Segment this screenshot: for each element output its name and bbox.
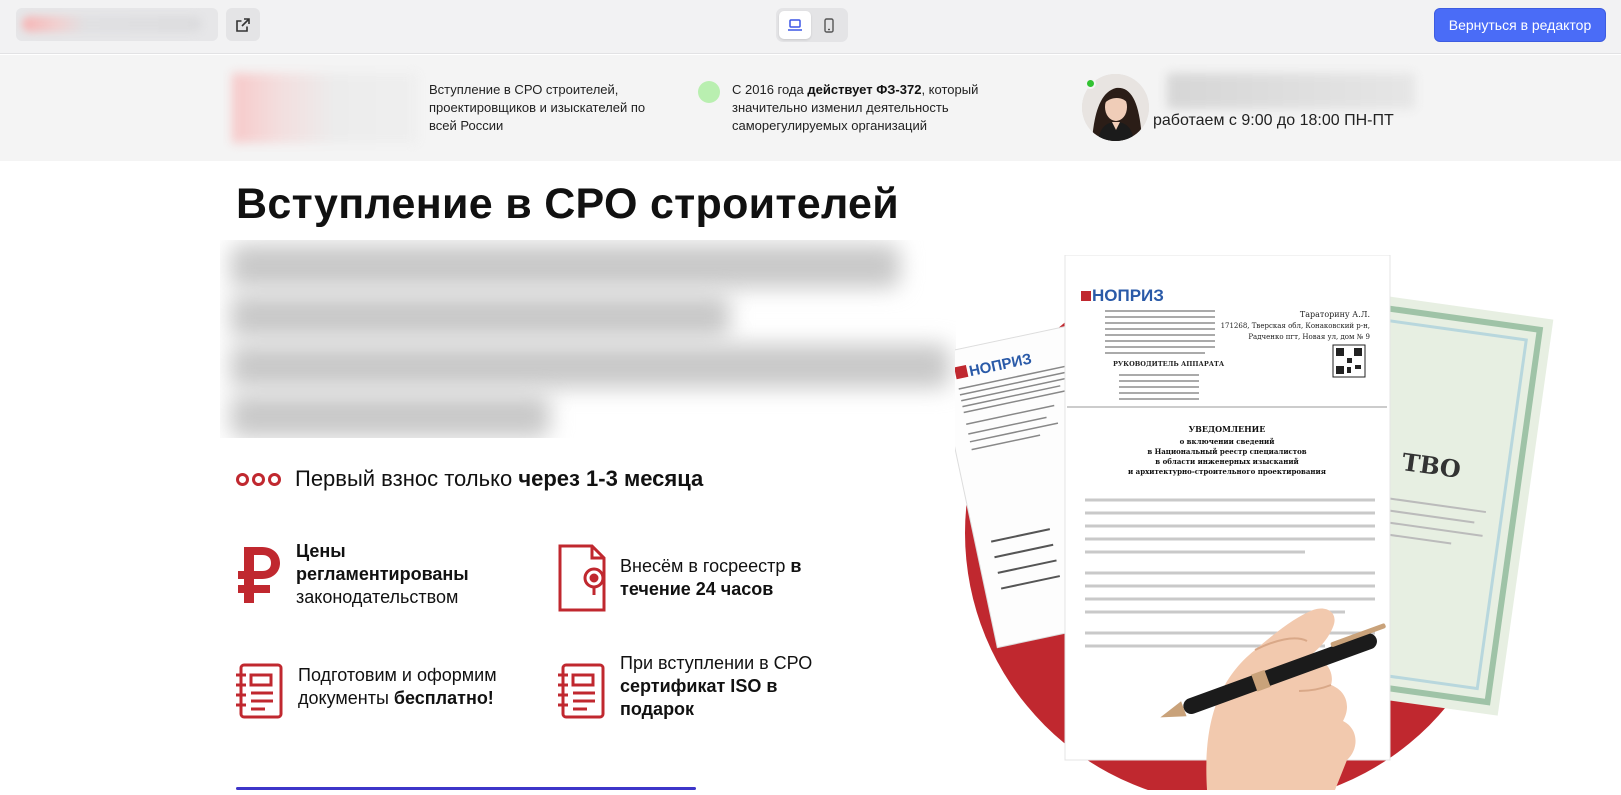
header-tagline: Вступление в СРО строителей, проектировщ…	[429, 82, 646, 133]
laptop-icon	[788, 19, 802, 31]
main-letter-logo: НОПРИЗ	[1092, 286, 1164, 305]
device-preview-toggle	[776, 8, 848, 42]
first-fee-note: Первый взнос только через 1-3 месяца	[236, 466, 703, 492]
documents-illustration: ТВО НОПРИЗ НОПРИЗ РУКОВОДИТЕЛЬ АППАРАТА …	[934, 254, 1575, 795]
feature-free-documents: Подготовим и оформим документы бесплатно…	[232, 656, 538, 726]
notebook-icon	[554, 656, 610, 726]
svg-text:в области инженерных изысканий: в области инженерных изысканий	[1155, 457, 1298, 466]
feature-registry: Внесём в госреестр в течение 24 часов	[554, 543, 850, 613]
hero-subtitle	[220, 240, 956, 438]
addressee: Тараторину А.Л.	[1300, 310, 1370, 319]
mobile-preview-button[interactable]	[813, 11, 845, 39]
notebook-icon	[232, 656, 288, 726]
desktop-preview-button[interactable]	[779, 11, 811, 39]
site-header: Вступление в СРО строителей, проектировщ…	[0, 55, 1621, 161]
qr-code	[1332, 344, 1366, 378]
feature-regulated-prices: Цены регламентированы законодательством	[232, 540, 496, 610]
hero-title: Вступление в СРО строителей	[236, 180, 899, 228]
external-link-icon	[236, 17, 250, 32]
svg-text:и архитектурно-строительного п: и архитектурно-строительного проектирова…	[1128, 467, 1326, 476]
page-url-field[interactable]	[16, 8, 218, 41]
online-status-dot	[1085, 78, 1096, 89]
site-logo[interactable]	[232, 73, 418, 143]
open-in-new-tab-button[interactable]	[226, 8, 260, 41]
smartphone-icon	[824, 17, 834, 33]
work-hours: работаем с 9:00 до 18:00 ПН-ПТ	[1153, 112, 1394, 129]
ruble-icon	[232, 540, 288, 610]
address-line-2: Радченко пгт, Новая ул, дом № 9	[1248, 333, 1370, 341]
address-line-1: 171268, Тверская обл, Конаковский р-н,	[1221, 322, 1370, 330]
notice-title: УВЕДОМЛЕНИЕ	[1189, 424, 1266, 434]
law-indicator-dot	[698, 81, 720, 103]
return-to-editor-button[interactable]: Вернуться в редактор	[1434, 8, 1606, 42]
document-seal-icon	[554, 543, 610, 613]
svg-text:в Национальный реестр специали: в Национальный реестр специалистов	[1147, 447, 1306, 456]
signer-title: РУКОВОДИТЕЛЬ АППАРАТА	[1113, 360, 1225, 368]
editor-toolbar: Вернуться в редактор	[0, 0, 1621, 54]
feature-iso-gift: При вступлении в СРО сертификат ISO в по…	[554, 653, 850, 726]
svg-text:о включении сведений: о включении сведений	[1180, 437, 1275, 446]
header-law-note: С 2016 года действует ФЗ-372, который зн…	[732, 82, 979, 133]
dots-icon	[236, 472, 281, 486]
phone-number[interactable]	[1167, 73, 1415, 109]
